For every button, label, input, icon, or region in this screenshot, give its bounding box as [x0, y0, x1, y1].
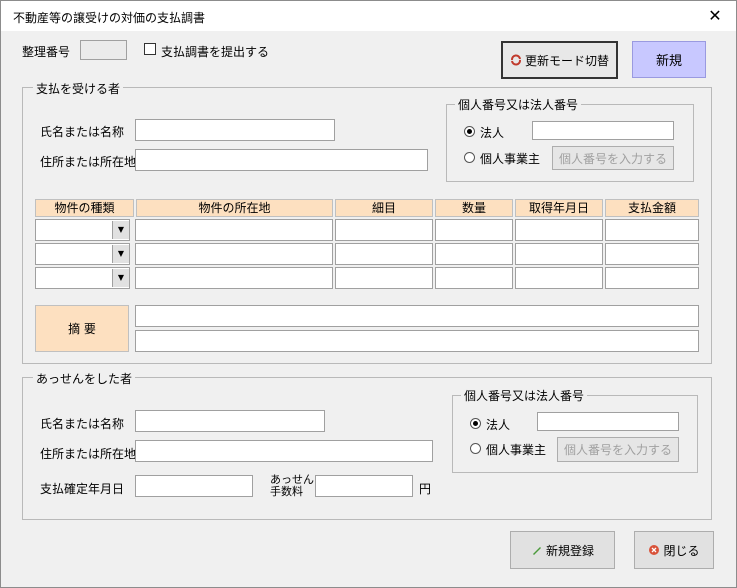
- payee-id-group: [446, 104, 694, 182]
- table-cell[interactable]: [605, 267, 699, 289]
- payee-address-input[interactable]: [135, 149, 428, 171]
- submit-checkbox-label: 支払調書を提出する: [161, 45, 270, 59]
- table-cell[interactable]: [135, 243, 333, 265]
- fee-input[interactable]: [315, 475, 413, 497]
- broker-corp-number-input[interactable]: [537, 412, 679, 431]
- submit-checkbox[interactable]: [144, 43, 156, 55]
- broker-radio-corp-label: 法人: [486, 418, 511, 432]
- broker-address-label: 住所または所在地: [40, 447, 137, 461]
- payee-corp-number-input[interactable]: [532, 121, 674, 140]
- close-circle-icon: [649, 545, 660, 555]
- table-cell[interactable]: [435, 267, 513, 289]
- header-payment-amount: 支払金額: [605, 199, 699, 217]
- table-cell[interactable]: [435, 243, 513, 265]
- broker-radio-corp[interactable]: [470, 418, 481, 429]
- header-detail: 細目: [335, 199, 433, 217]
- new-badge: 新規: [632, 41, 706, 78]
- payee-radio-corp[interactable]: [464, 126, 475, 137]
- switch-mode-button[interactable]: 更新モード切替: [501, 41, 618, 79]
- header-property-location: 物件の所在地: [136, 199, 333, 217]
- broker-name-input[interactable]: [135, 410, 325, 432]
- table-cell[interactable]: [135, 267, 333, 289]
- fee-label-line2: 手数料: [270, 485, 303, 498]
- broker-radio-individual-label: 個人事業主: [486, 443, 547, 457]
- payee-name-input[interactable]: [135, 119, 335, 141]
- summary-input-line2[interactable]: [135, 330, 699, 352]
- property-type-select[interactable]: ▼: [35, 219, 130, 241]
- table-cell[interactable]: [335, 219, 433, 241]
- window-title: 不動産等の譲受けの対価の支払調書: [13, 11, 206, 25]
- payee-radio-individual-label: 個人事業主: [480, 152, 541, 166]
- table-cell[interactable]: [135, 219, 333, 241]
- property-type-select[interactable]: ▼: [35, 267, 130, 289]
- payee-id-group-label: 個人番号又は法人番号: [455, 96, 582, 113]
- header-acquisition-date: 取得年月日: [515, 199, 603, 217]
- confirm-date-label: 支払確定年月日: [40, 482, 125, 496]
- table-cell[interactable]: [605, 243, 699, 265]
- chevron-down-icon[interactable]: ▼: [112, 221, 129, 239]
- close-icon[interactable]: ✕: [701, 5, 729, 27]
- broker-name-label: 氏名または名称: [40, 417, 125, 431]
- chevron-down-icon[interactable]: ▼: [112, 245, 129, 263]
- broker-radio-individual[interactable]: [470, 443, 481, 454]
- table-cell[interactable]: [515, 219, 603, 241]
- confirm-date-input[interactable]: [135, 475, 253, 497]
- payee-address-label: 住所または所在地: [40, 155, 137, 169]
- payee-radio-individual[interactable]: [464, 152, 475, 163]
- switch-mode-label: 更新モード切替: [524, 53, 609, 68]
- table-cell[interactable]: [515, 267, 603, 289]
- header-quantity: 数量: [435, 199, 513, 217]
- broker-group-label: あっせんをした者: [33, 370, 136, 387]
- property-type-select[interactable]: ▼: [35, 243, 130, 265]
- close-button-label: 閉じる: [663, 543, 700, 558]
- header-property-type: 物件の種類: [35, 199, 134, 217]
- table-cell[interactable]: [335, 267, 433, 289]
- table-cell[interactable]: [335, 243, 433, 265]
- chevron-down-icon[interactable]: ▼: [112, 269, 129, 287]
- payee-name-label: 氏名または名称: [40, 125, 125, 139]
- refresh-icon: [510, 54, 521, 66]
- payee-radio-corp-label: 法人: [480, 126, 505, 140]
- seiri-number-field[interactable]: [80, 40, 127, 60]
- payee-group-label: 支払を受ける者: [33, 80, 124, 97]
- table-cell[interactable]: [605, 219, 699, 241]
- close-button[interactable]: 閉じる: [634, 531, 714, 569]
- seiri-label: 整理番号: [22, 45, 71, 59]
- yen-label: 円: [419, 482, 432, 496]
- table-cell[interactable]: [515, 243, 603, 265]
- summary-input-line1[interactable]: [135, 305, 699, 327]
- broker-enter-id-button[interactable]: 個人番号を入力する: [557, 437, 679, 462]
- pencil-icon: [532, 547, 541, 555]
- register-button[interactable]: 新規登録: [510, 531, 615, 569]
- broker-id-group-label: 個人番号又は法人番号: [461, 387, 588, 404]
- title-bar: 不動産等の譲受けの対価の支払調書 ✕: [1, 1, 736, 31]
- register-button-label: 新規登録: [545, 543, 594, 558]
- summary-label: 摘 要: [35, 305, 129, 352]
- table-cell[interactable]: [435, 219, 513, 241]
- broker-address-input[interactable]: [135, 440, 433, 462]
- payee-enter-id-button[interactable]: 個人番号を入力する: [552, 146, 674, 170]
